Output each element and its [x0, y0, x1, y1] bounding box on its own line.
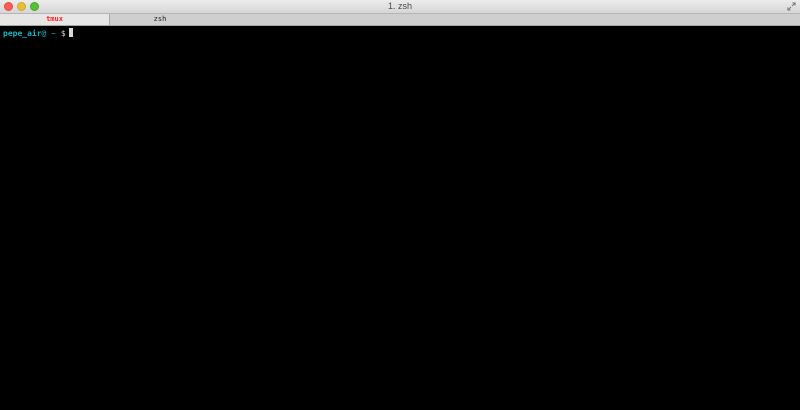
title-bar[interactable]: 1. zsh — [0, 0, 800, 14]
text-cursor — [68, 28, 73, 37]
terminal-area[interactable]: pepe_air@ ~ $ — [0, 26, 800, 410]
tab-tmux[interactable]: tmux — [0, 14, 110, 25]
tab-bar: tmux zsh — [0, 14, 800, 26]
tab-label: tmux — [46, 15, 63, 23]
tab-zsh[interactable]: zsh — [110, 14, 800, 25]
window-title: 1. zsh — [387, 1, 412, 11]
terminal-window: 1. zsh tmux zsh pepe_air@ ~ $ — [0, 0, 800, 410]
prompt-symbol: $ — [60, 29, 66, 38]
fullscreen-arrows-icon[interactable] — [787, 2, 796, 11]
prompt-line: pepe_air@ ~ $ — [3, 28, 73, 39]
tab-label: zsh — [153, 15, 167, 23]
prompt-user-host: pepe_air — [3, 29, 42, 38]
prompt-path: @ ~ — [41, 29, 56, 38]
